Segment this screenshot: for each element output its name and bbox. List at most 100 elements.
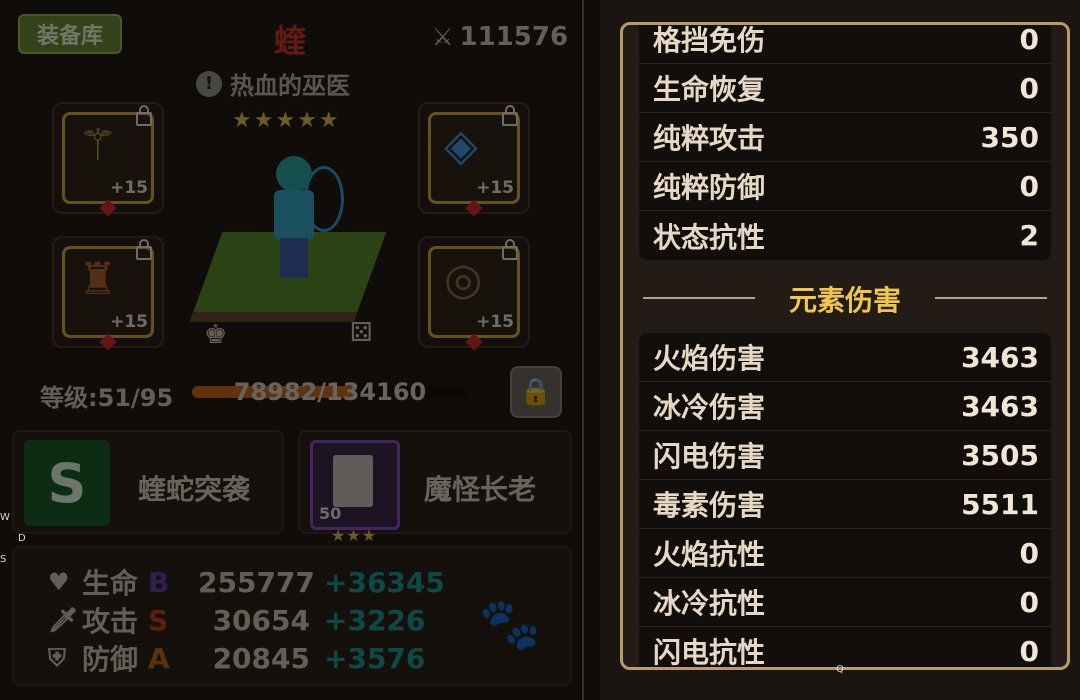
attr-row: 火焰伤害 3463 [639, 333, 1051, 382]
attr-row: 冰冷抗性 0 [639, 578, 1051, 627]
stat-bonus: +3226 [324, 603, 426, 637]
stat-grade: S [148, 603, 169, 637]
hotkey-q-label: Q [836, 664, 844, 675]
attr-value: 5511 [961, 487, 1039, 521]
attr-row: 生命恢复 0 [639, 64, 1051, 113]
character-title: ! 热血的巫医 [196, 66, 350, 101]
equipment-slot-armor[interactable]: ♜ +15 [52, 236, 164, 351]
pet-paw-icon[interactable]: 🐾 [478, 594, 542, 654]
stat-grade: B [148, 565, 170, 599]
attr-value: 0 [1019, 536, 1039, 570]
star-rating: ★★★★★ [232, 108, 341, 133]
game-screen: 装备库 蝰 ⚔ 111576 ! 热血的巫医 ★★★★★ ⚚ +15 ◈ +15… [0, 0, 1080, 700]
attr-value: 3505 [961, 438, 1039, 472]
stat-name: 生命 [82, 567, 139, 600]
heart-icon: ♥ [48, 568, 70, 596]
attr-name: 火焰抗性 [653, 538, 766, 571]
equipment-slot-necklace[interactable]: ◎ +15 [418, 236, 530, 351]
snake-skill-icon: S [24, 440, 110, 526]
enhance-level: +15 [110, 312, 148, 332]
attr-row: 纯粹防御 0 [639, 162, 1051, 211]
stat-bonus: +36345 [324, 565, 445, 599]
attr-value: 3463 [961, 340, 1039, 374]
costume-icon[interactable]: ♚ [204, 320, 227, 350]
character-name: 蝰 [273, 22, 306, 60]
card-count: 50 [319, 504, 342, 523]
stat-row-attack: 🗡 攻击 S 30654 +3226 [48, 602, 426, 639]
attr-value: 0 [1019, 585, 1039, 619]
attribute-group-elemental: 火焰伤害 3463 冰冷伤害 3463 闪电伤害 3505 毒素伤害 5511 … [639, 333, 1051, 669]
enhance-level: +15 [476, 312, 514, 332]
attr-row: 纯粹攻击 350 [639, 113, 1051, 162]
staff-icon: ⚚ [78, 120, 118, 171]
attr-value: 0 [1019, 22, 1039, 56]
character-title-text: 热血的巫医 [230, 72, 350, 100]
lock-icon [502, 105, 518, 126]
xp-text: 78982/134160 [233, 378, 427, 406]
power-score: ⚔ 111576 [432, 22, 568, 52]
ring-icon: ◈ [444, 120, 478, 171]
stat-value: 255777 [198, 565, 315, 599]
card-name: 魔怪长老 [424, 473, 537, 506]
attr-name: 状态抗性 [653, 220, 766, 254]
attr-name: 冰冷抗性 [653, 587, 766, 620]
robe-icon: ♜ [78, 254, 118, 305]
lock-icon [502, 239, 518, 260]
attr-value: 0 [1019, 169, 1039, 203]
stat-grade: A [148, 641, 170, 675]
dice-icon[interactable]: ⚄ [350, 318, 373, 348]
attr-row: 冰冷伤害 3463 [639, 382, 1051, 431]
hotkey-w-label: W [0, 512, 10, 523]
attr-row: 闪电抗性 0 [639, 627, 1051, 669]
equipment-slot-ring[interactable]: ◈ +15 [418, 102, 530, 217]
attr-name: 闪电伤害 [653, 440, 766, 473]
stat-name: 防御 [82, 643, 139, 676]
armory-button[interactable]: 装备库 [18, 14, 122, 54]
hero-portrait[interactable] [189, 136, 387, 336]
sword-icon: 🗡 [48, 606, 79, 634]
level-label: 等级:51/95 [40, 384, 174, 412]
lock-icon [136, 239, 152, 260]
attr-row: 状态抗性 2 [639, 211, 1051, 260]
stat-row-defense: ⛨ 防御 A 20845 +3576 [48, 640, 425, 677]
attr-value: 2 [1019, 219, 1039, 252]
attr-name: 纯粹防御 [653, 171, 766, 204]
attr-name: 纯粹攻击 [653, 122, 766, 155]
attr-row: 火焰抗性 0 [639, 529, 1051, 578]
stat-row-hp: ♥ 生命 B 255777 +36345 [48, 564, 445, 601]
attribute-detail-panel[interactable]: 格挡免伤 0 生命恢复 0 纯粹攻击 350 纯粹防御 0 状态抗性 2 元素伤… [620, 22, 1070, 670]
section-title: 元素伤害 [788, 284, 901, 317]
card-stars: ★★★ [331, 526, 378, 545]
necklace-icon: ◎ [444, 254, 483, 305]
power-value: 111576 [459, 22, 569, 52]
hotkey-s-label: S [0, 554, 7, 565]
attr-name: 生命恢复 [653, 73, 766, 106]
skill-name: 蝰蛇突袭 [138, 473, 251, 506]
skill-card[interactable]: S 蝰蛇突袭 [12, 430, 284, 534]
character-panel: 装备库 蝰 ⚔ 111576 ! 热血的巫医 ★★★★★ ⚚ +15 ◈ +15… [0, 0, 584, 700]
padlock-icon: 🔒 [519, 377, 553, 407]
attr-value: 350 [980, 120, 1039, 154]
attr-value: 0 [1019, 634, 1039, 668]
attr-value: 3463 [961, 389, 1039, 423]
lock-button[interactable]: 🔒 [510, 366, 562, 418]
enhance-level: +15 [476, 178, 514, 198]
attr-name: 闪电抗性 [653, 636, 766, 669]
attr-name: 火焰伤害 [653, 342, 766, 375]
attr-row: 格挡免伤 0 [639, 22, 1051, 64]
equipment-slot-weapon[interactable]: ⚚ +15 [52, 102, 164, 217]
info-icon[interactable]: ! [196, 70, 222, 97]
attr-row: 闪电伤害 3505 [639, 431, 1051, 480]
monster-card-icon: 50 ★★★ [310, 440, 400, 545]
lock-icon [136, 105, 152, 126]
attr-value: 0 [1019, 71, 1039, 105]
attr-row: 毒素伤害 5511 [639, 480, 1051, 529]
attr-name: 毒素伤害 [653, 489, 766, 522]
hotkey-d-label: D [18, 533, 26, 544]
shield-icon: ⛨ [48, 644, 66, 672]
hero-sprite [264, 156, 344, 286]
stat-value: 20845 [212, 641, 310, 675]
stat-value: 30654 [212, 603, 310, 637]
monster-card-slot[interactable]: 50 ★★★ 魔怪长老 [298, 430, 572, 545]
crossed-swords-icon: ⚔ [432, 23, 454, 51]
